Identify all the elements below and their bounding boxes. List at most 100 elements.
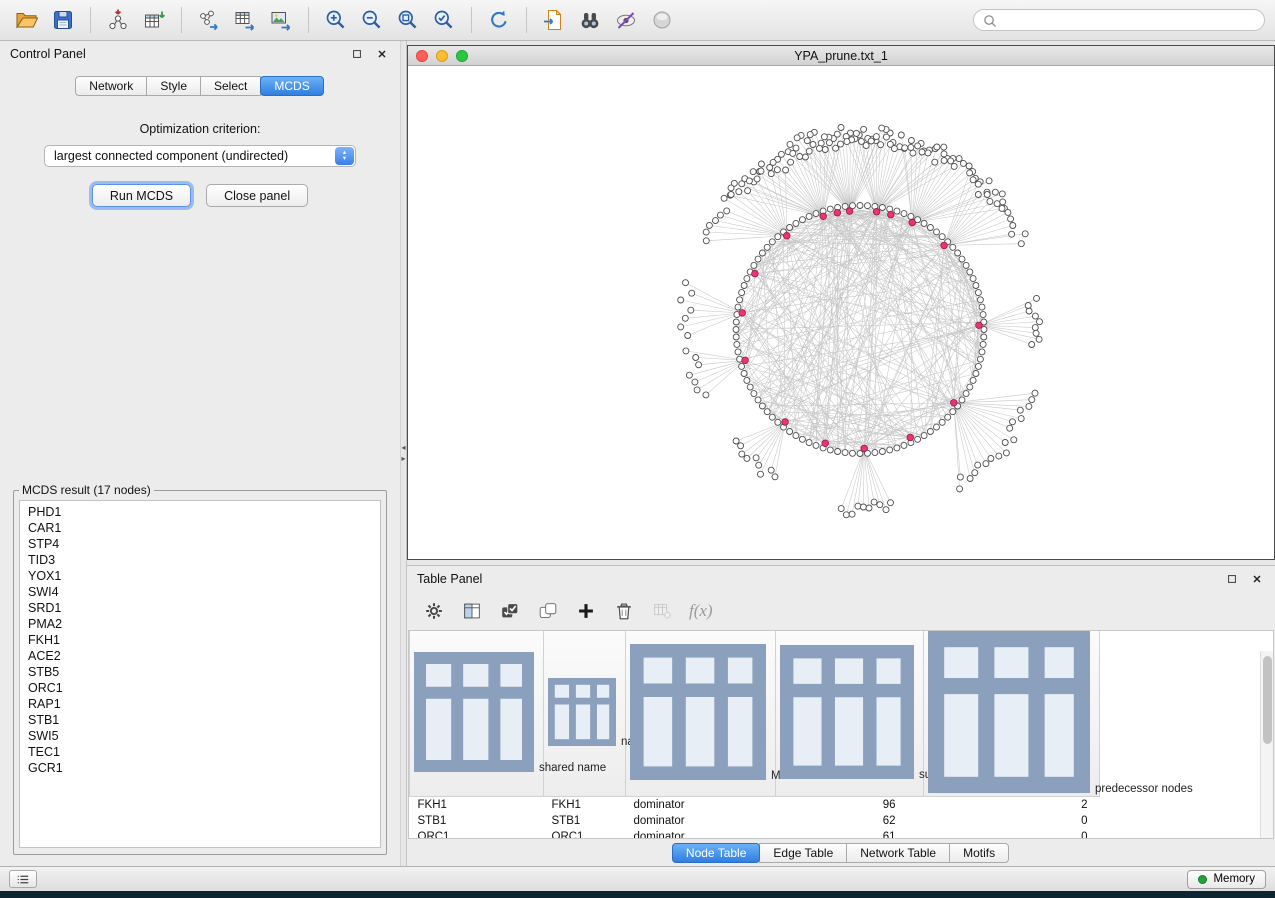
scrollbar-thumb[interactable]: [1263, 656, 1272, 744]
columns-icon[interactable]: [457, 596, 487, 626]
toolbar-separator: [471, 7, 472, 33]
list-item[interactable]: ORC1: [20, 680, 380, 696]
close-panel-button[interactable]: Close panel: [206, 184, 308, 207]
column-header-mcds-role[interactable]: MCDS role: [626, 631, 776, 797]
search-icon: [983, 14, 996, 27]
list-item[interactable]: PHD1: [20, 504, 380, 520]
tab-edge-table[interactable]: Edge Table: [759, 843, 847, 863]
cell-mcds-role: dominator: [626, 829, 776, 840]
collapse-left-icon[interactable]: ◂: [401, 444, 405, 452]
close-table-panel-icon[interactable]: [1249, 571, 1265, 587]
zoom-out-icon[interactable]: [355, 4, 389, 36]
export-image-icon[interactable]: [264, 4, 298, 36]
control-panel-title: Control Panel: [10, 47, 86, 61]
window-controls: [416, 50, 468, 62]
tab-network-table[interactable]: Network Table: [846, 843, 950, 863]
close-panel-icon[interactable]: [374, 46, 390, 62]
list-item[interactable]: STB1: [20, 712, 380, 728]
column-header-predecessor-nodes[interactable]: predecessor nodes: [924, 631, 1100, 797]
list-item[interactable]: STB5: [20, 664, 380, 680]
tab-mcds[interactable]: MCDS: [260, 76, 323, 96]
preview-icon[interactable]: [645, 4, 679, 36]
toolbar-separator: [181, 7, 182, 33]
minimize-window-icon[interactable]: [436, 50, 448, 62]
toolbar-separator: [308, 7, 309, 33]
list-item[interactable]: STP4: [20, 536, 380, 552]
list-item[interactable]: ACE2: [20, 648, 380, 664]
memory-button[interactable]: Memory: [1187, 870, 1266, 889]
combo-stepper-icon: ▴▾: [335, 147, 354, 165]
function-builder-icon[interactable]: f(x): [685, 601, 717, 621]
zoom-fit-icon[interactable]: [391, 4, 425, 36]
hide-edges-icon[interactable]: [609, 4, 643, 36]
list-item[interactable]: PMA2: [20, 616, 380, 632]
network-graph[interactable]: [408, 66, 1274, 559]
table-panel: Table Panel f(x) shared namenameMCDS rol…: [407, 565, 1275, 866]
delete-row-icon[interactable]: [609, 596, 639, 626]
search-network-icon[interactable]: [573, 4, 607, 36]
select-all-icon[interactable]: [495, 596, 525, 626]
run-mcds-button[interactable]: Run MCDS: [92, 184, 191, 207]
network-canvas[interactable]: [408, 66, 1274, 559]
tab-style[interactable]: Style: [146, 76, 201, 96]
right-column: YPA_prune.txt_1 Table Panel f(x): [407, 41, 1275, 866]
tab-select[interactable]: Select: [200, 76, 261, 96]
tab-motifs[interactable]: Motifs: [949, 843, 1009, 863]
import-table-icon[interactable]: [137, 4, 171, 36]
collapse-right-icon[interactable]: ▸: [401, 455, 405, 463]
mcds-result-groupbox: MCDS result (17 nodes) PHD1CAR1STP4TID3Y…: [13, 483, 387, 855]
share-document-icon[interactable]: [537, 4, 571, 36]
save-icon[interactable]: [46, 4, 80, 36]
status-menu-icon[interactable]: [9, 870, 37, 888]
panel-splitter[interactable]: ◂ ▸: [400, 41, 407, 866]
list-item[interactable]: TEC1: [20, 744, 380, 760]
import-network-icon[interactable]: [101, 4, 135, 36]
maximize-window-icon[interactable]: [456, 50, 468, 62]
control-panel: Control Panel NetworkStyleSelectMCDS Opt…: [0, 41, 400, 866]
list-item[interactable]: SWI5: [20, 728, 380, 744]
list-item[interactable]: SRD1: [20, 600, 380, 616]
control-panel-header: Control Panel: [0, 41, 400, 67]
table-row[interactable]: STB1STB1dominator620: [410, 813, 1100, 829]
list-item[interactable]: GCR1: [20, 760, 380, 776]
delete-table-icon[interactable]: [647, 596, 677, 626]
gear-icon[interactable]: [419, 596, 449, 626]
cell-predecessor-nodes: 0: [924, 829, 1100, 840]
close-window-icon[interactable]: [416, 50, 428, 62]
optimization-criterion-select[interactable]: largest connected component (undirected)…: [44, 145, 356, 167]
column-header-successor-nodes[interactable]: successor nodes▾: [776, 631, 924, 797]
list-item[interactable]: CAR1: [20, 520, 380, 536]
list-item[interactable]: YOX1: [20, 568, 380, 584]
table-scrollbar[interactable]: [1260, 651, 1273, 838]
open-file-icon[interactable]: [10, 4, 44, 36]
zoom-in-icon[interactable]: [319, 4, 353, 36]
export-table-icon[interactable]: [228, 4, 262, 36]
main-area: Control Panel NetworkStyleSelectMCDS Opt…: [0, 41, 1275, 866]
table-row[interactable]: FKH1FKH1dominator962: [410, 797, 1100, 813]
column-header-shared-name[interactable]: shared name: [410, 631, 544, 797]
list-item[interactable]: RAP1: [20, 696, 380, 712]
list-item[interactable]: TID3: [20, 552, 380, 568]
criterion-selected-value: largest connected component (undirected): [54, 149, 288, 163]
network-window-titlebar[interactable]: YPA_prune.txt_1: [408, 46, 1274, 66]
list-item[interactable]: SWI4: [20, 584, 380, 600]
float-panel-icon[interactable]: [349, 46, 365, 62]
cell-predecessor-nodes: 0: [924, 813, 1100, 829]
list-item[interactable]: FKH1: [20, 632, 380, 648]
refresh-layout-icon[interactable]: [482, 4, 516, 36]
cell-successor-nodes: 62: [776, 813, 924, 829]
float-table-panel-icon[interactable]: [1224, 571, 1240, 587]
deselect-all-icon[interactable]: [533, 596, 563, 626]
tab-node-table[interactable]: Node Table: [672, 843, 761, 863]
add-row-icon[interactable]: [571, 596, 601, 626]
table-grid-icon: [928, 631, 1090, 796]
mcds-buttons-row: Run MCDS Close panel: [0, 184, 400, 207]
memory-label: Memory: [1213, 873, 1255, 885]
export-network-icon[interactable]: [192, 4, 226, 36]
cell-name: ORC1: [544, 829, 626, 840]
tab-network[interactable]: Network: [75, 76, 147, 96]
zoom-selected-icon[interactable]: [427, 4, 461, 36]
search-input[interactable]: [1002, 12, 1255, 28]
toolbar-separator: [526, 7, 527, 33]
table-row[interactable]: ORC1ORC1dominator610: [410, 829, 1100, 840]
